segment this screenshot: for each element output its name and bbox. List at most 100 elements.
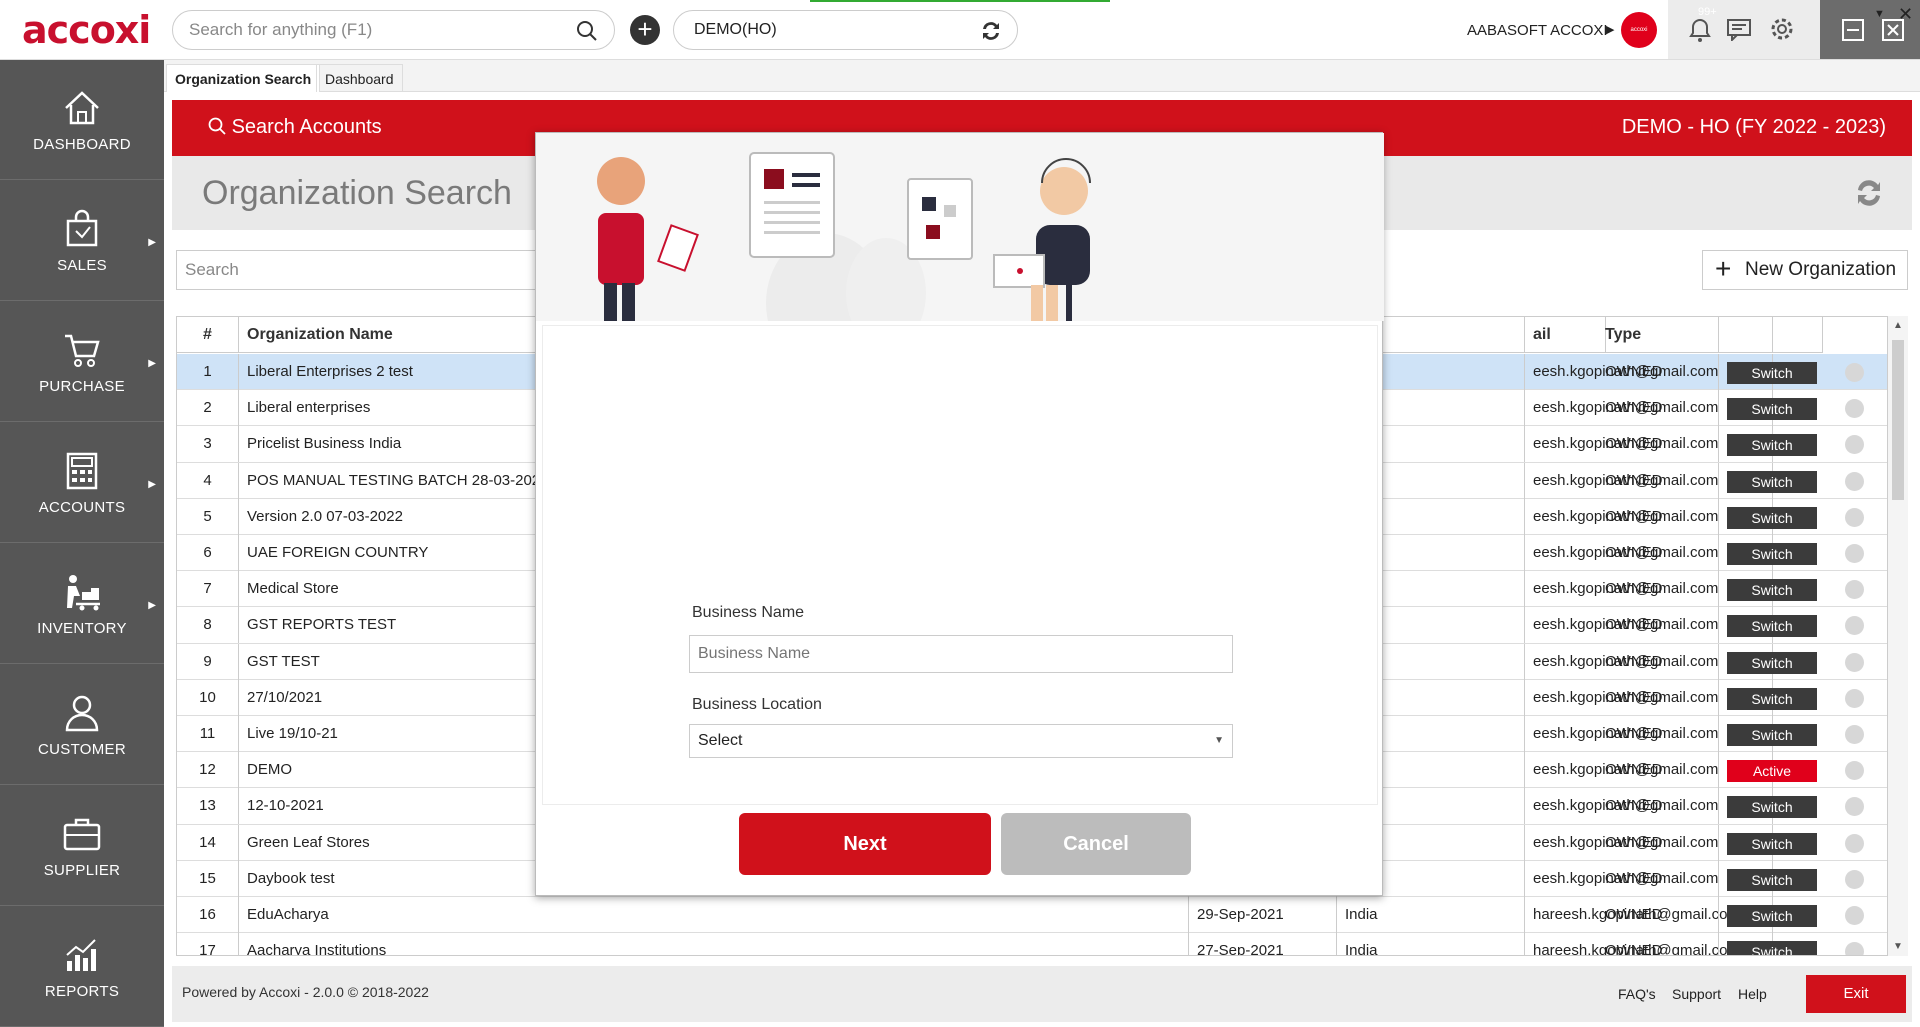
new-organization-button[interactable]: + New Organization [1702,250,1908,290]
faq-link[interactable]: FAQ's [1618,986,1656,1002]
support-link[interactable]: Support [1672,986,1721,1002]
calculator-icon [66,452,98,490]
chevron-down-icon[interactable]: ▼ [1874,8,1885,20]
scrollbar[interactable]: ▲ ▼ [1888,316,1908,956]
gear-icon[interactable] [1770,17,1794,41]
row-menu-icon[interactable] [1845,399,1864,419]
switch-button[interactable]: Switch [1727,941,1817,955]
sidebar-item-label: ACCOUNTS [38,499,126,516]
row-menu-icon[interactable] [1845,616,1864,636]
sidebar-item-dashboard[interactable]: DASHBOARD [0,60,164,180]
business-name-input[interactable] [689,635,1233,673]
caret-right-icon[interactable]: ▶ [1606,23,1614,36]
table-cell-type: OWNED [1597,535,1719,571]
row-menu-icon[interactable] [1845,725,1864,744]
switch-button[interactable]: Switch [1727,832,1817,855]
sidebar-item-purchase[interactable]: PURCHASE ▶ [0,302,164,422]
sidebar-item-sales[interactable]: SALES ▶ [0,181,164,301]
row-menu-icon[interactable] [1845,688,1864,708]
scrollbar-thumb[interactable] [1892,340,1904,500]
row-menu-icon[interactable] [1845,652,1864,672]
sync-icon[interactable] [1852,174,1886,212]
cart-icon [65,334,100,367]
branch-selector[interactable]: DEMO(HO) [673,10,1018,50]
switch-button[interactable]: Switch [1727,506,1817,529]
switch-button[interactable]: Switch [1727,905,1817,927]
row-menu-icon[interactable] [1845,833,1864,853]
switch-button[interactable]: Switch [1727,687,1817,710]
sidebar-item-supplier[interactable]: SUPPLIER [0,786,164,906]
caret-right-icon: ▶ [148,358,156,369]
message-icon[interactable] [1726,17,1752,41]
row-menu-icon[interactable] [1845,507,1864,527]
active-badge[interactable]: Active [1727,760,1817,783]
minimize-icon[interactable] [1842,19,1864,41]
add-icon[interactable]: + [630,15,660,45]
bell-icon[interactable] [1688,17,1712,43]
dialog-form: Business Name Business Location Select ▼ [542,325,1378,805]
switch-button[interactable]: Switch [1727,615,1817,638]
new-organization-label: New Organization [1745,259,1897,280]
user-name[interactable]: AABASOFT ACCOXI [1467,22,1608,39]
search-icon[interactable] [576,20,598,42]
table-cell-type: OWNED [1597,607,1719,644]
switch-button[interactable]: Switch [1727,651,1817,674]
next-button[interactable]: Next [739,813,991,875]
table-cell-type: OWNED [1597,860,1719,897]
inventory-icon [67,575,100,611]
row-menu-icon[interactable] [1845,797,1864,817]
row-menu-icon[interactable] [1845,544,1864,563]
row-menu-icon[interactable] [1845,435,1864,455]
table-row[interactable]: 17 Aacharya Institutions 27-Sep-2021 India h… [177,933,1887,955]
row-menu-icon[interactable] [1845,471,1864,491]
tab-dashboard[interactable]: Dashboard [316,64,403,92]
table-row[interactable]: 16 EduAcharya 29-Sep-2021 India hareesh.kgop… [177,897,1887,934]
organization-search-input[interactable]: Search [176,250,536,290]
switch-button[interactable]: Switch [1727,434,1817,457]
refresh-icon[interactable] [979,19,1003,43]
row-menu-icon[interactable] [1845,363,1864,382]
switch-button[interactable]: Switch [1727,543,1817,565]
switch-button[interactable]: Switch [1727,796,1817,819]
row-menu-icon[interactable] [1845,869,1864,889]
row-menu-icon[interactable] [1845,761,1864,781]
caret-right-icon: ▶ [148,237,156,248]
close-tab-icon[interactable]: ✕ [1898,4,1913,25]
switch-button[interactable]: Switch [1727,579,1817,602]
column-header [1719,317,1823,353]
avatar[interactable]: accoxi [1621,12,1657,48]
sidebar-item-customer[interactable]: CUSTOMER [0,665,164,785]
business-location-select[interactable]: Select ▼ [689,724,1233,758]
table-cell-name: EduAcharya [239,897,1189,933]
sidebar-item-inventory[interactable]: INVENTORY ▶ [0,544,164,664]
plus-icon: + [1715,253,1732,284]
scroll-down-icon[interactable]: ▼ [1893,941,1903,952]
sidebar-item-accounts[interactable]: ACCOUNTS ▶ [0,423,164,543]
table-cell-n: 4 [177,462,239,499]
sidebar-item-label: CUSTOMER [38,741,126,758]
row-menu-icon[interactable] [1845,942,1864,955]
table-cell-n: 11 [177,716,239,752]
exit-button[interactable]: Exit [1806,975,1906,1013]
sidebar-item-reports[interactable]: REPORTS [0,907,164,1027]
switch-button[interactable]: Switch [1727,398,1817,421]
sidebar-item-label: SUPPLIER [43,862,121,879]
app-logo: accoxi [22,8,151,52]
scroll-up-icon[interactable]: ▲ [1893,320,1903,331]
column-header: Type [1597,317,1719,353]
tab-organization-search[interactable]: Organization Search [166,64,321,92]
row-menu-icon[interactable] [1845,580,1864,600]
switch-button[interactable]: Switch [1727,470,1817,493]
switch-button[interactable]: Switch [1727,362,1817,384]
global-search-input[interactable]: Search for anything (F1) [172,10,615,50]
switch-button[interactable]: Switch [1727,724,1817,746]
home-icon [65,91,99,125]
switch-button[interactable]: Switch [1727,868,1817,891]
table-cell-n: 16 [177,897,239,933]
tab-bar: Organization Search Dashboard [164,60,1920,92]
row-menu-icon[interactable] [1845,906,1864,925]
help-link[interactable]: Help [1738,986,1767,1002]
sidebar-item-label: PURCHASE [39,378,125,395]
search-accounts-link[interactable]: Search Accounts [208,116,382,139]
cancel-button[interactable]: Cancel [1001,813,1191,875]
